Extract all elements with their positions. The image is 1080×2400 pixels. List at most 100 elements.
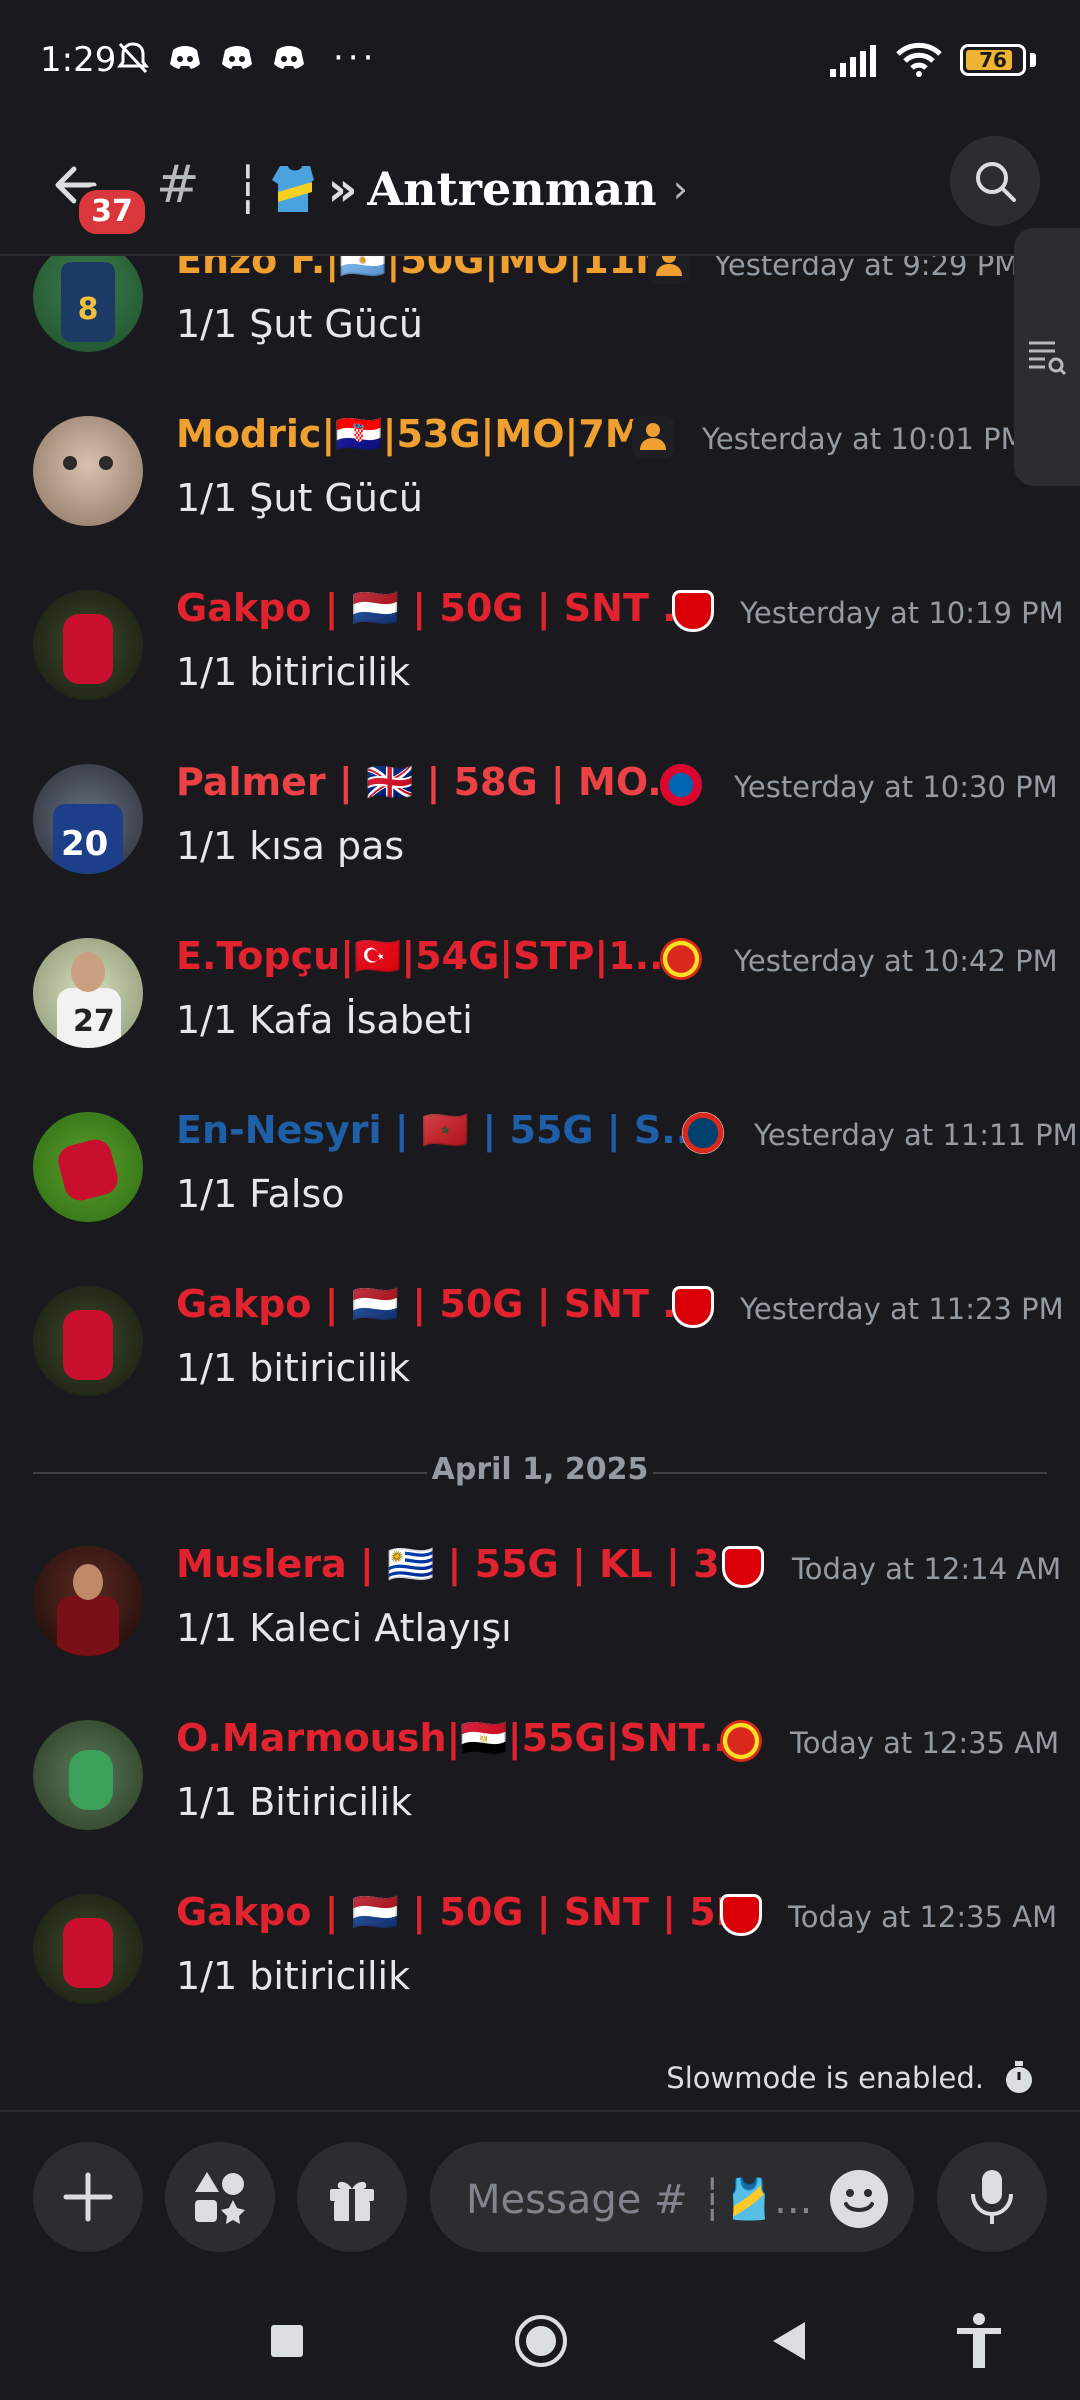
message-text: 1/1 bitiricilik bbox=[176, 1346, 411, 1390]
channel-header: 37 # ┆ » Antrenman › bbox=[0, 130, 1080, 256]
message-input-placeholder: Message # ┆🎽... bbox=[466, 2177, 813, 2223]
message-author[interactable]: Gakpo | 🇳🇱 | 50G | SNT ... bbox=[176, 1282, 705, 1327]
role-person-icon bbox=[648, 256, 690, 284]
discord-notification-icon bbox=[222, 46, 252, 69]
gift-button[interactable] bbox=[297, 2142, 407, 2252]
square-icon bbox=[271, 2325, 303, 2357]
slowmode-text: Slowmode is enabled. bbox=[666, 2061, 984, 2095]
search-button[interactable] bbox=[950, 136, 1040, 226]
unread-badge: 37 bbox=[75, 186, 149, 238]
arsenal-badge-icon bbox=[672, 1286, 714, 1328]
system-navigation-bar bbox=[0, 2282, 1080, 2400]
channel-hash-icon: # bbox=[156, 155, 200, 215]
battery-tip bbox=[1030, 53, 1036, 67]
apps-button[interactable] bbox=[165, 2142, 275, 2252]
message-author[interactable]: O.Marmoush|🇪🇬|55G|SNT... bbox=[176, 1716, 742, 1761]
message-item[interactable]: Muslera | 🇺🇾 | 55G | KL | 3M Today at 12… bbox=[0, 1536, 1080, 1706]
avatar[interactable] bbox=[33, 1546, 143, 1656]
message-text: 1/1 Falso bbox=[176, 1172, 345, 1216]
arsenal-badge-icon bbox=[720, 1894, 762, 1936]
voice-message-button[interactable] bbox=[937, 2142, 1047, 2252]
role-person-icon bbox=[632, 416, 674, 458]
avatar[interactable] bbox=[33, 1112, 143, 1222]
accessibility-button[interactable] bbox=[944, 2306, 1014, 2376]
triangle-back-icon bbox=[773, 2322, 805, 2360]
shapes-icon bbox=[195, 2172, 245, 2224]
message-item[interactable]: Gakpo | 🇳🇱 | 50G | SNT | 5M Today at 12:… bbox=[0, 1884, 1080, 2054]
avatar[interactable] bbox=[33, 590, 143, 700]
message-author[interactable]: E.Topçu|🇹🇷|54G|STP|1... bbox=[176, 934, 678, 979]
discord-notification-icon bbox=[170, 46, 200, 69]
arsenal-badge-icon bbox=[722, 1546, 764, 1588]
arsenal-badge-icon bbox=[672, 590, 714, 632]
smiley-icon bbox=[844, 2189, 874, 2212]
double-chevron-icon: » bbox=[327, 162, 358, 216]
recent-apps-button[interactable] bbox=[252, 2306, 322, 2376]
slowmode-notice: Slowmode is enabled. bbox=[666, 2060, 1036, 2096]
message-text: 1/1 bitiricilik bbox=[176, 650, 411, 694]
message-timestamp: Yesterday at 9:29 PM bbox=[714, 256, 1020, 282]
message-item[interactable]: En-Nesyri | 🇲🇦 | 55G | S... Yesterday at… bbox=[0, 1102, 1080, 1272]
message-input[interactable]: Message # ┆🎽... bbox=[430, 2142, 914, 2252]
battery-icon: 76 bbox=[960, 44, 1026, 76]
avatar[interactable]: 20 bbox=[33, 764, 143, 874]
avatar[interactable] bbox=[33, 416, 143, 526]
message-timestamp: Today at 12:14 AM bbox=[792, 1552, 1062, 1586]
message-composer: Message # ┆🎽... bbox=[0, 2110, 1080, 2284]
divider-line bbox=[653, 1472, 1047, 1474]
avatar[interactable] bbox=[33, 1720, 143, 1830]
message-text: 1/1 Şut Gücü bbox=[176, 302, 423, 346]
home-button[interactable] bbox=[506, 2306, 576, 2376]
message-item[interactable]: 27 E.Topçu|🇹🇷|54G|STP|1... Yesterday at … bbox=[0, 928, 1080, 1098]
date-divider: April 1, 2025 bbox=[33, 1452, 1047, 1492]
message-author[interactable]: Gakpo | 🇳🇱 | 50G | SNT ... bbox=[176, 586, 705, 631]
status-bar: 1:29 ··· 76 bbox=[0, 0, 1080, 130]
message-item[interactable]: 8 Enzo F.|🇦🇷|50G|MO|11M Yesterday at 9:2… bbox=[0, 256, 1080, 402]
message-item[interactable]: 20 Palmer | 🇬🇧 | 58G | MO... Yesterday a… bbox=[0, 754, 1080, 924]
psg-badge-icon bbox=[682, 1112, 724, 1154]
status-time: 1:29 bbox=[40, 40, 117, 80]
message-timestamp: Yesterday at 10:19 PM bbox=[740, 596, 1064, 630]
jersey-icon bbox=[271, 166, 314, 212]
message-timestamp: Yesterday at 10:01 PM bbox=[702, 422, 1026, 456]
message-author[interactable]: Modric|🇭🇷|53G|MO|7M bbox=[176, 412, 643, 457]
chevron-right-icon: › bbox=[672, 167, 688, 211]
gift-icon bbox=[330, 2181, 374, 2221]
thread-list-icon bbox=[1029, 341, 1067, 376]
message-item[interactable]: Gakpo | 🇳🇱 | 50G | SNT ... Yesterday at … bbox=[0, 1276, 1080, 1446]
bell-muted-icon bbox=[117, 42, 149, 74]
message-item[interactable]: O.Marmoush|🇪🇬|55G|SNT... Today at 12:35 … bbox=[0, 1710, 1080, 1880]
channel-divider-icon: ┆ bbox=[234, 162, 262, 216]
add-attachment-button[interactable] bbox=[33, 2142, 143, 2252]
avatar[interactable] bbox=[33, 1286, 143, 1396]
message-text: 1/1 Kaleci Atlayışı bbox=[176, 1606, 512, 1650]
avatar[interactable]: 8 bbox=[33, 256, 143, 352]
channel-name: Antrenman bbox=[367, 162, 657, 216]
message-text: 1/1 kısa pas bbox=[176, 824, 405, 868]
message-author[interactable]: En-Nesyri | 🇲🇦 | 55G | S... bbox=[176, 1108, 705, 1153]
member-list-tab[interactable] bbox=[1014, 228, 1080, 486]
message-author[interactable]: Gakpo | 🇳🇱 | 50G | SNT | 5M bbox=[176, 1890, 754, 1935]
avatar[interactable] bbox=[33, 1894, 143, 2004]
notification-icons: ··· bbox=[115, 40, 377, 76]
accessibility-icon bbox=[957, 2313, 1001, 2368]
home-circle-icon bbox=[515, 2315, 567, 2367]
message-text: 1/1 bitiricilik bbox=[176, 1954, 411, 1998]
message-item[interactable]: Gakpo | 🇳🇱 | 50G | SNT ... Yesterday at … bbox=[0, 580, 1080, 750]
avatar[interactable]: 27 bbox=[33, 938, 143, 1048]
bayern-badge-icon bbox=[660, 764, 702, 806]
message-timestamp: Yesterday at 11:11 PM bbox=[754, 1118, 1078, 1152]
wifi-icon bbox=[896, 42, 942, 77]
message-author[interactable]: Enzo F.|🇦🇷|50G|MO|11M bbox=[176, 256, 673, 283]
message-list[interactable]: 8 Enzo F.|🇦🇷|50G|MO|11M Yesterday at 9:2… bbox=[0, 256, 1080, 2106]
message-text: 1/1 Bitiricilik bbox=[176, 1780, 413, 1824]
message-text: 1/1 Kafa İsabeti bbox=[176, 998, 473, 1042]
message-item[interactable]: Modric|🇭🇷|53G|MO|7M Yesterday at 10:01 P… bbox=[0, 406, 1080, 576]
message-author[interactable]: Muslera | 🇺🇾 | 55G | KL | 3M bbox=[176, 1542, 757, 1587]
emoji-button[interactable] bbox=[830, 2170, 888, 2228]
plus-icon bbox=[63, 2172, 113, 2222]
message-timestamp: Today at 12:35 AM bbox=[790, 1726, 1060, 1760]
channel-title[interactable]: ┆ » Antrenman › bbox=[234, 154, 688, 224]
back-nav-button[interactable] bbox=[754, 2306, 824, 2376]
message-author[interactable]: Palmer | 🇬🇧 | 58G | MO... bbox=[176, 760, 691, 805]
